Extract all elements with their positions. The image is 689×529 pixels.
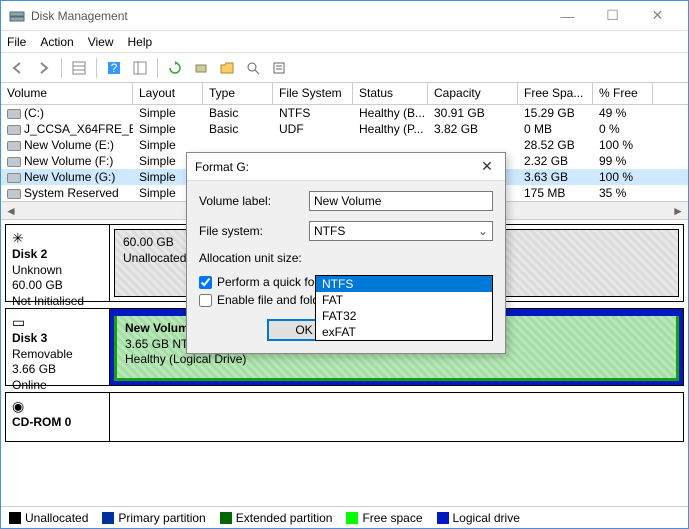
grid-icon[interactable] — [68, 57, 90, 79]
option-fat32[interactable]: FAT32 — [316, 308, 492, 324]
format-dialog: Format G: ✕ Volume label: File system: N… — [186, 152, 506, 354]
back-icon[interactable] — [7, 57, 29, 79]
col-volume[interactable]: Volume — [1, 83, 133, 104]
forward-icon[interactable] — [33, 57, 55, 79]
dialog-title: Format G: — [195, 160, 477, 174]
part-size: 60.00 GB — [123, 235, 174, 249]
open-icon[interactable] — [216, 57, 238, 79]
cdrom-name: CD-ROM 0 — [12, 415, 71, 429]
disk-3-status: Removable — [12, 347, 73, 361]
legend-extended: Extended partition — [236, 511, 333, 525]
disk-3-size: 3.66 GB — [12, 362, 56, 376]
dialog-close-button[interactable]: ✕ — [477, 158, 497, 175]
volume-label-label: Volume label: — [199, 194, 309, 208]
col-capacity[interactable]: Capacity — [428, 83, 518, 104]
filesystem-value: NTFS — [314, 224, 345, 238]
svg-text:?: ? — [111, 61, 118, 75]
col-pct[interactable]: % Free — [593, 83, 653, 104]
allocation-label: Allocation unit size: — [199, 251, 309, 265]
scroll-left-icon[interactable]: ◄ — [3, 203, 19, 219]
cdrom-info: ◉ CD-ROM 0 — [6, 393, 110, 441]
col-layout[interactable]: Layout — [133, 83, 203, 104]
quick-format-checkbox[interactable] — [199, 276, 212, 289]
col-free[interactable]: Free Spa... — [518, 83, 593, 104]
legend-free: Free space — [362, 511, 422, 525]
volume-label-input[interactable] — [309, 191, 493, 211]
disk-row-cdrom[interactable]: ◉ CD-ROM 0 — [5, 392, 684, 442]
option-ntfs[interactable]: NTFS — [316, 276, 492, 292]
grid-header: Volume Layout Type File System Status Ca… — [1, 83, 688, 105]
cdrom-icon: ◉ — [12, 397, 103, 415]
option-fat[interactable]: FAT — [316, 292, 492, 308]
app-icon — [9, 8, 25, 24]
col-filesystem[interactable]: File System — [273, 83, 353, 104]
menu-help[interactable]: Help — [128, 35, 153, 49]
menu-file[interactable]: File — [7, 35, 26, 49]
maximize-button[interactable]: ☐ — [590, 2, 635, 30]
part-line3: Healthy (Logical Drive) — [125, 352, 246, 366]
col-status[interactable]: Status — [353, 83, 428, 104]
chevron-down-icon: ⌄ — [478, 224, 488, 238]
legend-primary: Primary partition — [118, 511, 205, 525]
filesystem-label: File system: — [199, 224, 309, 238]
menu-action[interactable]: Action — [40, 35, 73, 49]
menubar: File Action View Help — [1, 31, 688, 53]
removable-disk-icon: ▭ — [12, 313, 103, 331]
unknown-disk-icon: ✳ — [12, 229, 103, 247]
minimize-button[interactable]: — — [545, 2, 590, 30]
disk-3-init: Online — [12, 378, 47, 392]
search-icon[interactable] — [242, 57, 264, 79]
part-label: Unallocated — [123, 251, 186, 265]
disk-3-info: ▭ Disk 3 Removable 3.66 GB Online — [6, 309, 110, 385]
legend: Unallocated Primary partition Extended p… — [1, 506, 688, 528]
disk-2-name: Disk 2 — [12, 247, 47, 261]
legend-logical: Logical drive — [453, 511, 520, 525]
scroll-right-icon[interactable]: ► — [670, 203, 686, 219]
dialog-titlebar: Format G: ✕ — [187, 153, 505, 181]
menu-view[interactable]: View — [88, 35, 114, 49]
window-title: Disk Management — [31, 9, 545, 23]
disk-icon[interactable] — [190, 57, 212, 79]
option-exfat[interactable]: exFAT — [316, 324, 492, 340]
disk-2-size: 60.00 GB — [12, 278, 63, 292]
toolbar: ? — [1, 53, 688, 83]
disk-3-name: Disk 3 — [12, 331, 47, 345]
disk-2-status: Unknown — [12, 263, 62, 277]
close-button[interactable]: ✕ — [635, 2, 680, 30]
refresh-icon[interactable] — [164, 57, 186, 79]
help-icon[interactable]: ? — [103, 57, 125, 79]
list-icon[interactable] — [129, 57, 151, 79]
disk-2-info: ✳ Disk 2 Unknown 60.00 GB Not Initialise… — [6, 225, 110, 301]
table-row[interactable]: J_CCSA_X64FRE_E...SimpleBasicUDFHealthy … — [1, 121, 688, 137]
legend-unallocated: Unallocated — [25, 511, 88, 525]
table-row[interactable]: New Volume (E:)Simple28.52 GB100 % — [1, 137, 688, 153]
filesystem-select[interactable]: NTFS ⌄ — [309, 221, 493, 241]
filesystem-dropdown: NTFS FAT FAT32 exFAT — [315, 275, 493, 341]
titlebar: Disk Management — ☐ ✕ — [1, 1, 688, 31]
col-type[interactable]: Type — [203, 83, 273, 104]
table-row[interactable]: (C:)SimpleBasicNTFSHealthy (B...30.91 GB… — [1, 105, 688, 121]
disk-2-init: Not Initialised — [12, 294, 84, 308]
properties-icon[interactable] — [268, 57, 290, 79]
compression-checkbox[interactable] — [199, 294, 212, 307]
